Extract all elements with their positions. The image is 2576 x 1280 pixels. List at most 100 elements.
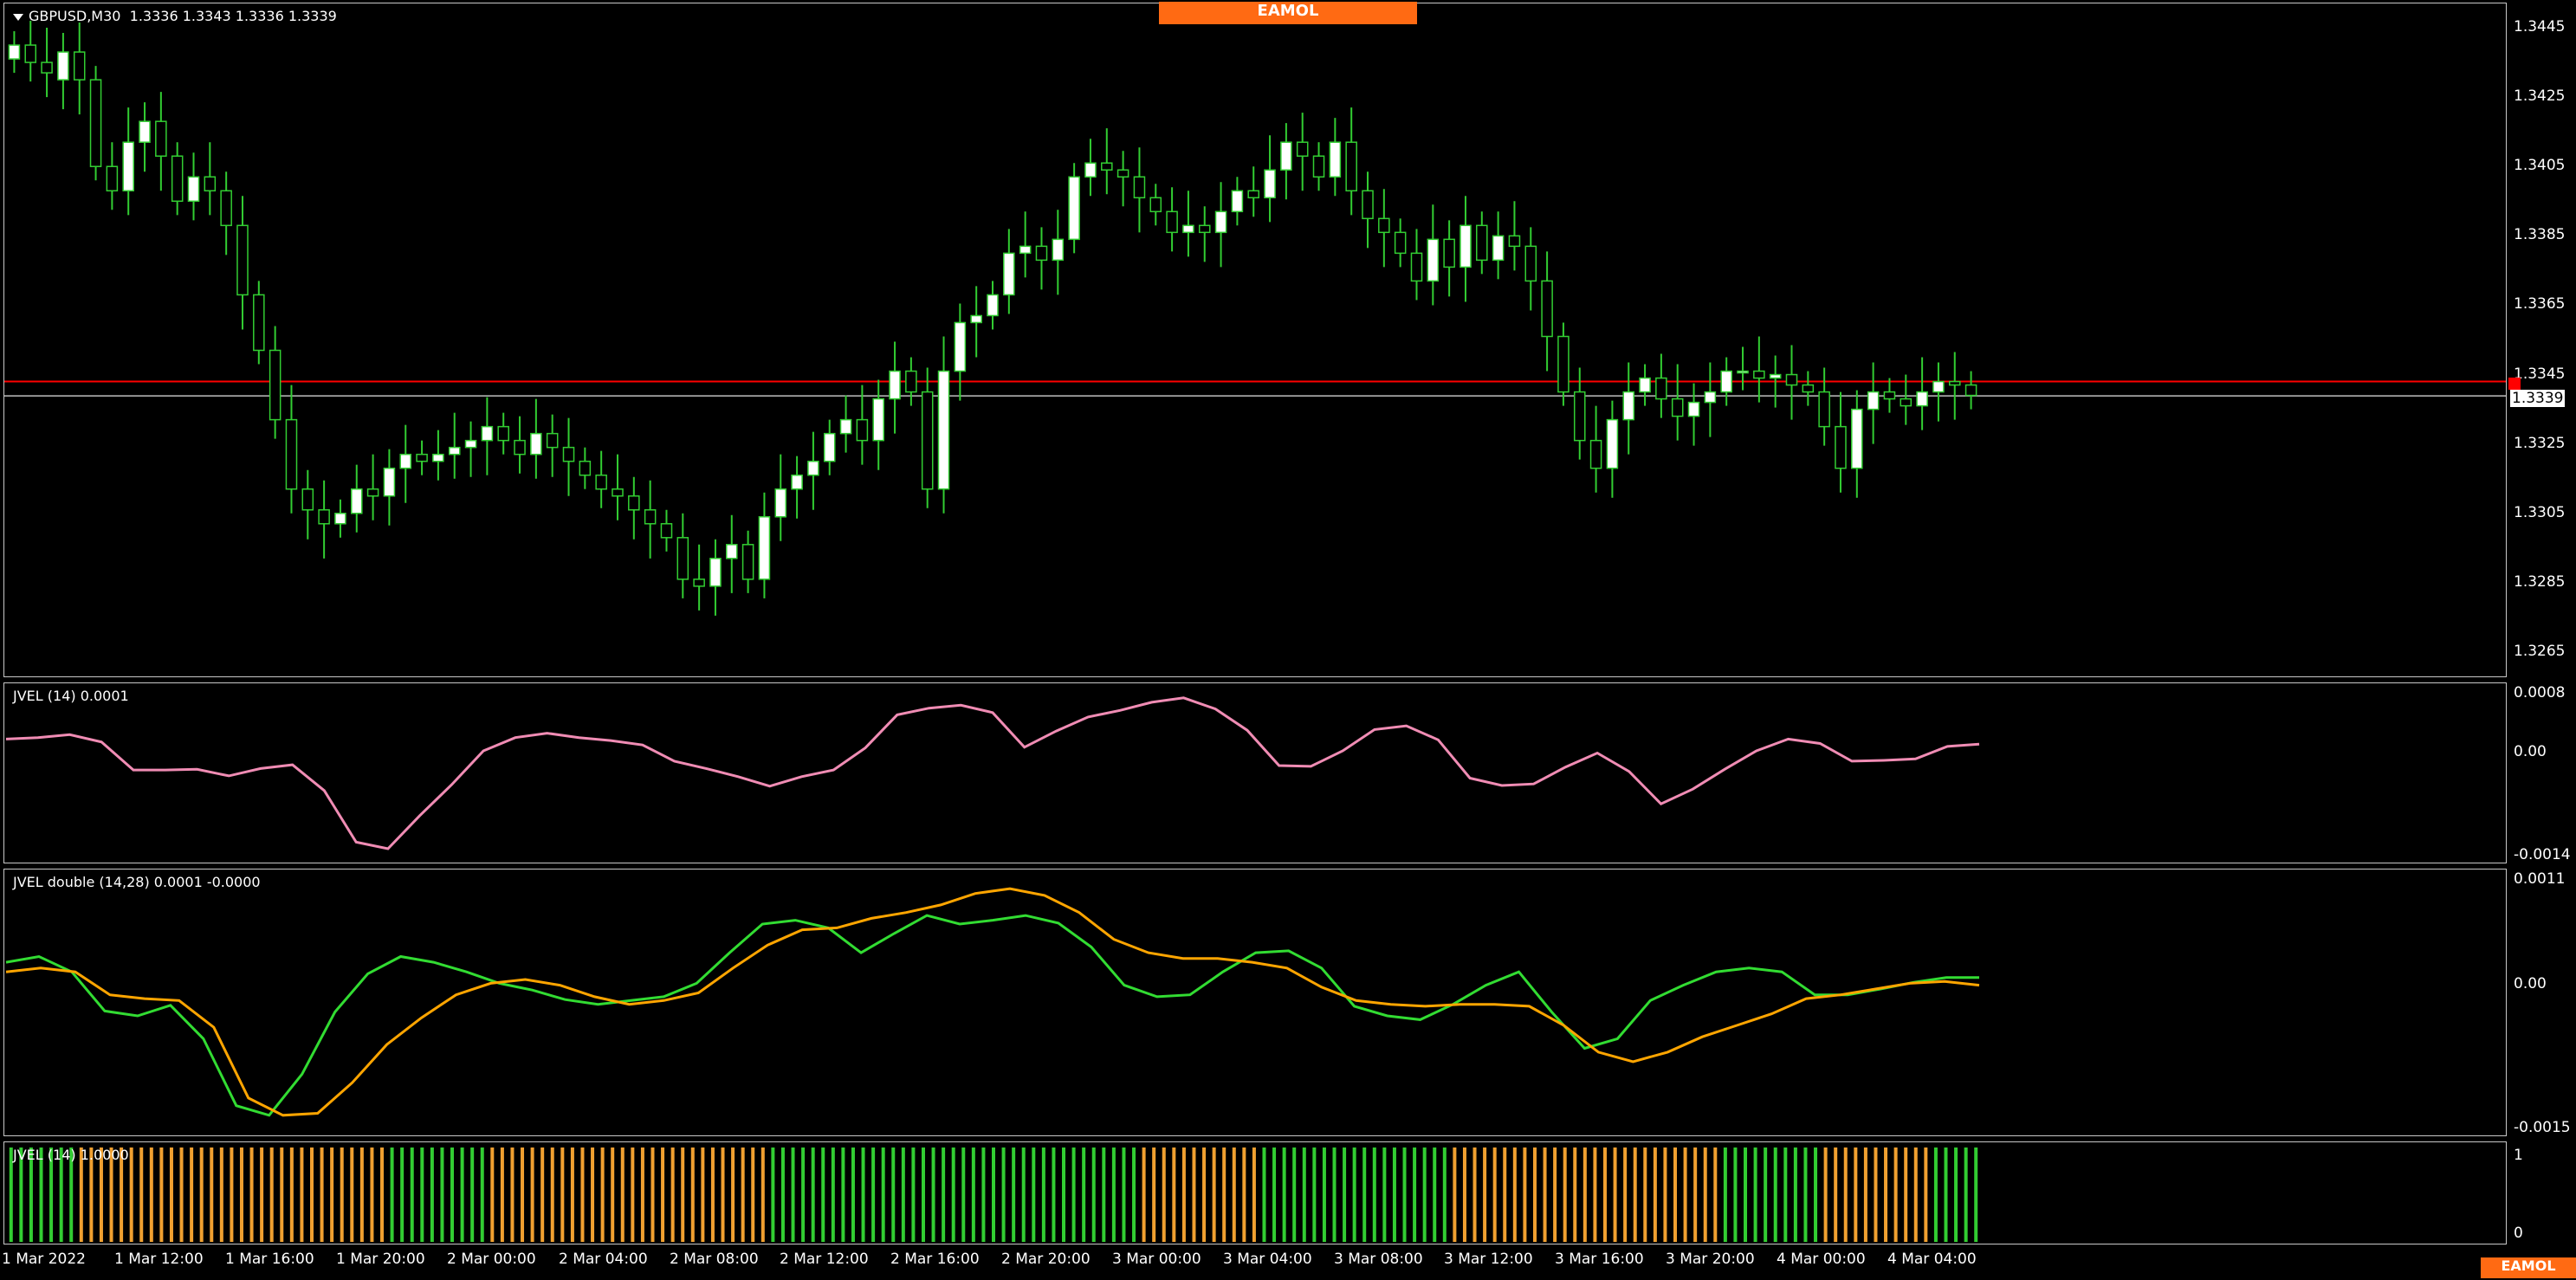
candle <box>1785 345 1798 420</box>
candle-body <box>1508 235 1521 248</box>
candle-body <box>905 370 917 393</box>
candle <box>1704 362 1717 437</box>
candle-body <box>579 460 592 476</box>
candle <box>741 530 754 593</box>
time-tick-label: 3 Mar 12:00 <box>1444 1251 1533 1268</box>
candle <box>106 142 119 210</box>
candle-body <box>1003 252 1015 296</box>
candle <box>1394 218 1407 268</box>
price-chart-pane[interactable]: GBPUSD,M30 1.3336 1.3343 1.3336 1.3339 <box>3 3 2507 677</box>
candle-body <box>399 453 412 469</box>
candle <box>1524 227 1537 311</box>
candle-body <box>1394 231 1407 255</box>
candle-body <box>1296 141 1309 157</box>
candle-body <box>1492 235 1505 262</box>
candle-body <box>481 425 494 442</box>
candle <box>1214 182 1227 268</box>
candlestick-chart[interactable] <box>4 3 2506 676</box>
candle <box>1410 229 1423 301</box>
candle-body <box>1753 370 1765 379</box>
candle <box>1671 364 1684 441</box>
candle-body <box>106 165 119 192</box>
candle-body <box>57 51 69 81</box>
time-tick-label: 1 Mar 16:00 <box>225 1251 314 1268</box>
candle <box>937 336 950 514</box>
scale-tick-label: 1.3285 <box>2514 572 2566 591</box>
candle <box>514 416 526 474</box>
candle <box>1427 204 1440 306</box>
candle <box>856 385 869 465</box>
jvel-double-line-chart <box>5 887 1980 1117</box>
time-tick-label: 2 Mar 12:00 <box>780 1251 869 1268</box>
jvel-indicator-pane[interactable]: JVEL (14) 0.0001 <box>3 682 2507 863</box>
scale-tick-label: 1.3345 <box>2514 365 2566 383</box>
candle <box>204 142 217 216</box>
candle <box>1296 113 1309 191</box>
candle-body <box>139 120 151 143</box>
candle-body <box>1280 141 1292 171</box>
candle-body <box>693 579 705 587</box>
candle <box>1019 211 1032 278</box>
candle-body <box>1524 245 1537 282</box>
candle <box>1312 142 1325 191</box>
candle-body <box>1101 162 1113 171</box>
scale-tick-label: 0 <box>2514 1225 2523 1242</box>
candle-body <box>318 509 330 525</box>
candle-body <box>432 453 444 462</box>
candle <box>155 92 167 191</box>
candle-body <box>1785 373 1798 386</box>
candle <box>1492 211 1505 280</box>
candle-body <box>350 488 363 514</box>
candle <box>464 421 477 477</box>
candle-body <box>562 446 575 462</box>
candle <box>1883 378 1896 413</box>
candle <box>1166 187 1178 252</box>
time-tick-label: 3 Mar 08:00 <box>1334 1251 1423 1268</box>
time-tick-label: 3 Mar 16:00 <box>1555 1251 1644 1268</box>
candle-body <box>644 509 657 525</box>
candle <box>758 492 771 598</box>
candle <box>1622 362 1635 455</box>
candle <box>1508 201 1521 271</box>
candle <box>1003 229 1015 314</box>
candle <box>1182 191 1194 257</box>
candle-body <box>464 439 477 449</box>
candle-body <box>1019 245 1032 255</box>
candle-body <box>1476 224 1488 262</box>
candle <box>546 414 559 477</box>
time-tick-label: 3 Mar 00:00 <box>1112 1251 1201 1268</box>
candle-body <box>1247 190 1259 199</box>
scale-tick-label: 0.00 <box>2514 743 2547 760</box>
candle <box>416 440 428 475</box>
candle-body <box>628 495 640 511</box>
candle-body <box>726 544 738 559</box>
candle-body <box>1312 155 1325 178</box>
candle-body <box>1622 391 1635 421</box>
candle-body <box>530 432 542 456</box>
candle-body <box>155 120 167 157</box>
jvel-histogram-pane[interactable]: JVEL (14) 1.0000 <box>3 1141 2507 1244</box>
candle-body <box>416 453 428 462</box>
scale-tick-label: 1.3325 <box>2514 434 2566 452</box>
candle <box>448 412 461 479</box>
candle <box>726 514 738 593</box>
candle-body <box>807 460 819 476</box>
jvel-double-indicator-pane[interactable]: JVEL double (14,28) 0.0001 -0.0000 <box>3 869 2507 1136</box>
time-tick-label: 2 Mar 20:00 <box>1001 1251 1091 1268</box>
candle-body <box>1589 439 1602 469</box>
jvel-histogram-title: JVEL (14) 1.0000 <box>13 1147 129 1163</box>
candle-body <box>301 488 314 511</box>
candle <box>366 454 379 520</box>
candle-body <box>546 432 559 449</box>
candle-body <box>1427 238 1440 282</box>
time-tick-label: 2 Mar 08:00 <box>670 1251 759 1268</box>
eamol-logo-banner: EAMOL <box>1159 2 1417 24</box>
candle <box>1052 210 1065 295</box>
candle-body <box>1068 176 1080 241</box>
candle-body <box>987 294 999 317</box>
candle <box>774 454 787 541</box>
candle-body <box>1149 197 1162 213</box>
candle <box>285 385 298 514</box>
candle <box>1264 135 1276 223</box>
candle <box>1818 367 1830 446</box>
